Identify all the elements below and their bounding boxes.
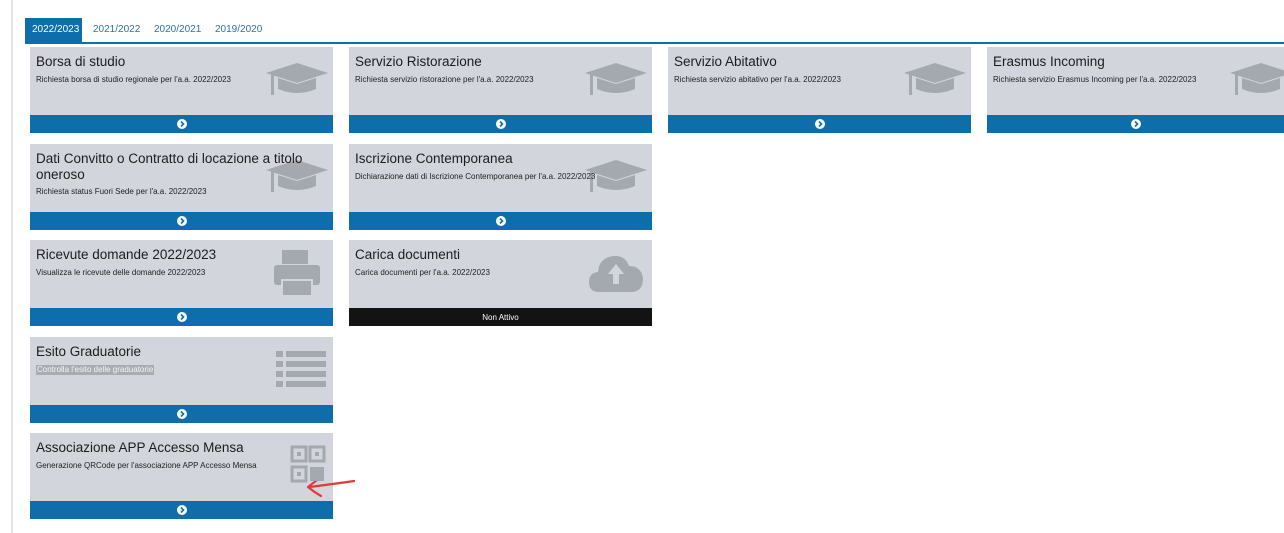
non-attivo-status: Non Attivo <box>349 308 652 326</box>
arrow-circle-right-icon <box>1130 119 1141 129</box>
open-iscrizione-contemporanea-button[interactable] <box>349 212 652 230</box>
open-erasmus-incoming-button[interactable] <box>987 115 1284 133</box>
card-title: Associazione APP Accesso Mensa <box>36 440 244 455</box>
open-servizio-ristorazione-button[interactable] <box>349 115 652 133</box>
arrow-circle-right-icon <box>176 216 187 226</box>
card-servizio-abitativo: Servizio Abitativo Richiesta servizio ab… <box>668 47 971 133</box>
card-servizio-ristorazione: Servizio Ristorazione Richiesta servizio… <box>349 47 652 133</box>
card-description: Visualizza le ricevute delle domande 202… <box>36 268 206 277</box>
open-borsa-di-studio-button[interactable] <box>30 115 333 133</box>
year-tabs: 2022/2023 2021/2022 2020/2021 2019/2020 <box>25 18 1284 44</box>
card-title: Erasmus Incoming <box>993 54 1105 69</box>
card-title: Borsa di studio <box>36 54 126 69</box>
card-iscrizione-contemporanea: Iscrizione Contemporanea Dichiarazione d… <box>349 144 652 230</box>
card-title: Carica documenti <box>355 247 461 262</box>
tab-2021-2022[interactable]: 2021/2022 <box>86 18 147 42</box>
card-esito-graduatorie: Esito Graduatorie Controlla l'esito dell… <box>30 337 333 423</box>
left-border <box>11 0 13 533</box>
card-description: Controlla l'esito delle graduatorie <box>36 365 155 375</box>
card-erasmus-incoming: Erasmus Incoming Richiesta servizio Eras… <box>987 47 1284 133</box>
card-title: Servizio Ristorazione <box>355 54 482 69</box>
card-title: Dati Convitto o Contratto di locazione a… <box>36 151 303 182</box>
card-description: Richiesta status Fuori Sede per l'a.a. 2… <box>36 187 207 196</box>
arrow-circle-right-icon <box>176 505 187 515</box>
tab-2020-2021[interactable]: 2020/2021 <box>147 18 208 42</box>
tab-2022-2023[interactable]: 2022/2023 <box>25 18 82 42</box>
card-body: Servizio Ristorazione Richiesta servizio… <box>349 47 652 115</box>
open-ricevute-domande-button[interactable] <box>30 308 333 326</box>
arrow-circle-right-icon <box>176 312 187 322</box>
card-body: Carica documenti Carica documenti per l'… <box>349 240 652 308</box>
card-body: Borsa di studio Richiesta borsa di studi… <box>30 47 333 115</box>
card-description: Carica documenti per l'a.a. 2022/2023 <box>355 268 490 277</box>
card-description: Dichiarazione dati di Iscrizione Contemp… <box>355 172 596 181</box>
card-title: Esito Graduatorie <box>36 344 142 359</box>
card-description: Generazione QRCode per l'associazione AP… <box>36 461 257 470</box>
card-body: Ricevute domande 2022/2023 Visualizza le… <box>30 240 333 308</box>
card-body: Dati Convitto o Contratto di locazione a… <box>30 144 333 212</box>
card-description: Richiesta borsa di studio regionale per … <box>36 75 231 84</box>
card-title: Ricevute domande 2022/2023 <box>36 247 217 262</box>
open-associazione-app-button[interactable] <box>30 501 333 519</box>
open-esito-graduatorie-button[interactable] <box>30 405 333 423</box>
tab-2019-2020[interactable]: 2019/2020 <box>208 18 269 42</box>
card-title: Servizio Abitativo <box>674 54 777 69</box>
card-body: Servizio Abitativo Richiesta servizio ab… <box>668 47 971 115</box>
arrow-circle-right-icon <box>176 409 187 419</box>
arrow-circle-right-icon <box>814 119 825 129</box>
card-title: Iscrizione Contemporanea <box>355 151 513 166</box>
card-description: Richiesta servizio Erasmus Incoming per … <box>993 75 1197 84</box>
arrow-circle-right-icon <box>176 119 187 129</box>
card-description: Richiesta servizio ristorazione per l'a.… <box>355 75 534 84</box>
card-body: Associazione APP Accesso Mensa Generazio… <box>30 433 333 501</box>
card-dati-convitto: Dati Convitto o Contratto di locazione a… <box>30 144 333 230</box>
card-ricevute-domande: Ricevute domande 2022/2023 Visualizza le… <box>30 240 333 326</box>
open-dati-convitto-button[interactable] <box>30 212 333 230</box>
card-associazione-app-accesso-mensa: Associazione APP Accesso Mensa Generazio… <box>30 433 333 519</box>
card-body: Iscrizione Contemporanea Dichiarazione d… <box>349 144 652 212</box>
open-servizio-abitativo-button[interactable] <box>668 115 971 133</box>
card-description: Richiesta servizio abitativo per l'a.a. … <box>674 75 841 84</box>
card-carica-documenti: Carica documenti Carica documenti per l'… <box>349 240 652 326</box>
arrow-circle-right-icon <box>495 119 506 129</box>
card-borsa-di-studio: Borsa di studio Richiesta borsa di studi… <box>30 47 333 133</box>
card-body: Erasmus Incoming Richiesta servizio Eras… <box>987 47 1284 115</box>
arrow-circle-right-icon <box>495 216 506 226</box>
card-body: Esito Graduatorie Controlla l'esito dell… <box>30 337 333 405</box>
